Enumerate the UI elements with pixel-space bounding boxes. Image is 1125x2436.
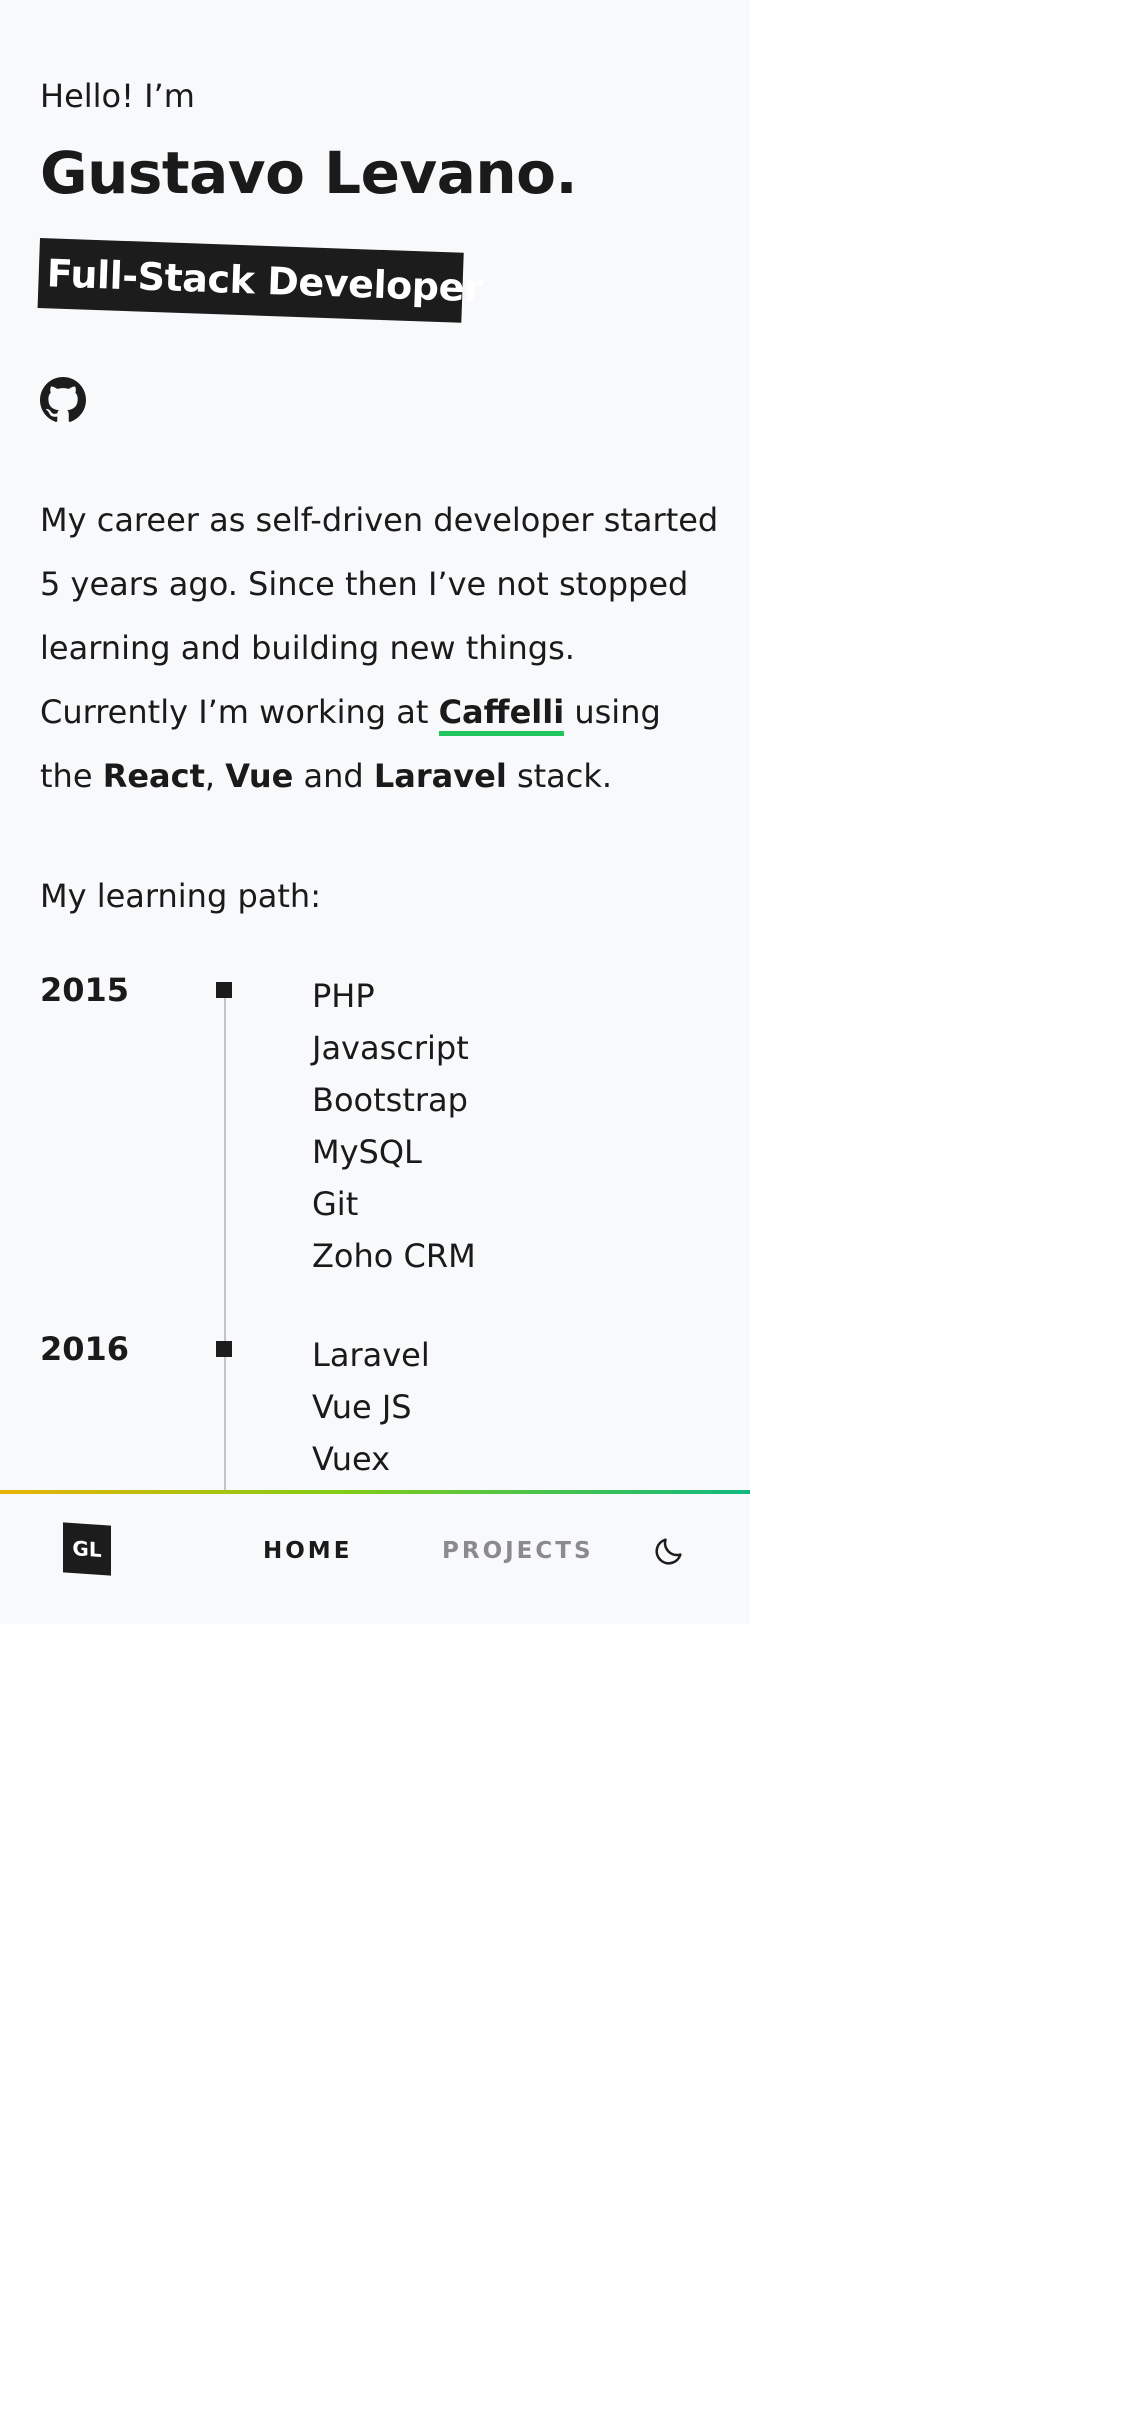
skill-item: Zoho CRM [312, 1237, 476, 1275]
skill-item: Git [312, 1185, 359, 1223]
tech-vue: Vue [225, 757, 294, 795]
timeline-skill-list: Laravel Vue JS Vuex [312, 1329, 430, 1485]
theme-toggle-button[interactable] [652, 1534, 686, 1568]
bio-text: , [204, 757, 226, 795]
moon-icon [652, 1534, 686, 1568]
timeline-skill-list: PHP Javascript Bootstrap MySQL Git Zoho … [312, 970, 476, 1282]
page-title: Gustavo Levano. [40, 139, 578, 207]
skill-item: Vue JS [312, 1388, 412, 1426]
bio-paragraph: My career as self-driven developer start… [40, 488, 720, 808]
role-badge: Full-Stack Developer [37, 238, 483, 323]
skill-item: Laravel [312, 1336, 430, 1374]
bio-text: and [293, 757, 374, 795]
github-icon [40, 377, 86, 423]
bio-text: stack. [506, 757, 613, 795]
timeline-year: 2016 [40, 1330, 130, 1368]
timeline-marker [216, 1341, 232, 1357]
skill-item: MySQL [312, 1133, 422, 1171]
skill-item: Javascript [312, 1029, 469, 1067]
company-link[interactable]: Caffelli [438, 693, 565, 736]
timeline-year: 2015 [40, 971, 130, 1009]
bottom-navbar: GL HOME PROJECTS [0, 1490, 750, 1624]
navbar-gradient-border [0, 1490, 750, 1494]
tech-react: React [102, 757, 205, 795]
nav-home-link[interactable]: HOME [263, 1536, 352, 1566]
skill-item: Bootstrap [312, 1081, 468, 1119]
learning-path-label: My learning path: [40, 877, 321, 915]
site-logo[interactable]: GL [63, 1522, 111, 1576]
app-viewport: Hello! I’m Gustavo Levano. Full-Stack De… [0, 0, 750, 1624]
skill-item: PHP [312, 977, 375, 1015]
github-link[interactable] [40, 377, 86, 423]
skill-item: Vuex [312, 1440, 391, 1478]
nav-projects-link[interactable]: PROJECTS [442, 1536, 594, 1566]
tech-laravel: Laravel [373, 757, 507, 795]
timeline-marker [216, 982, 232, 998]
greeting-text: Hello! I’m [40, 77, 195, 115]
